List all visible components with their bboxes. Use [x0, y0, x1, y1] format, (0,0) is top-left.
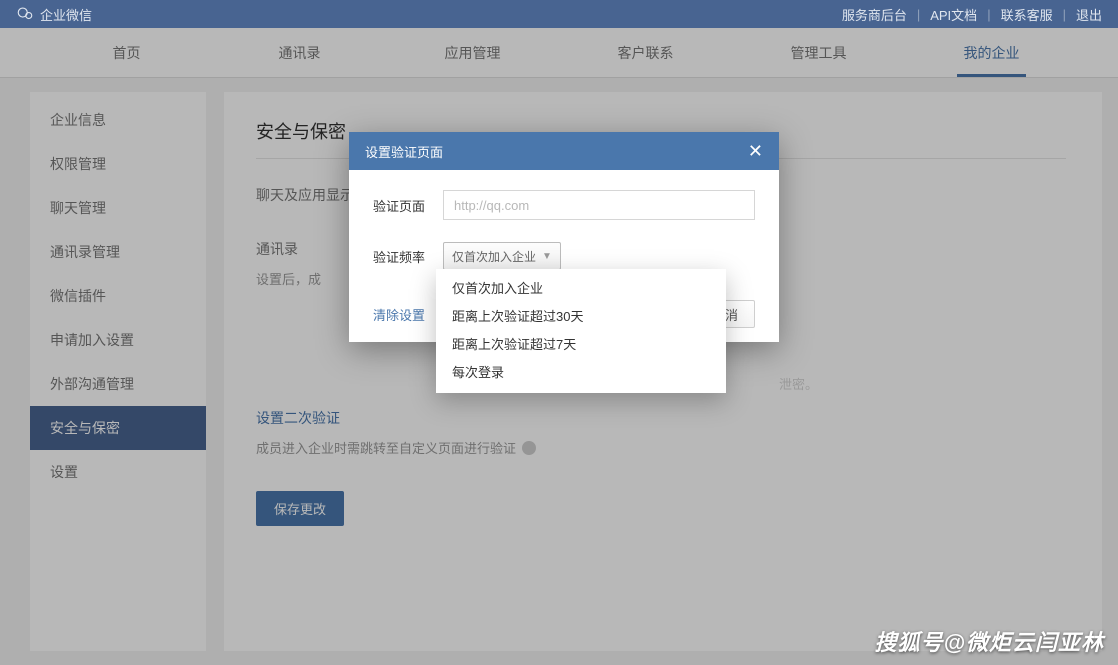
- leak-text: 泄密。: [779, 374, 818, 393]
- brand-text: 企业微信: [40, 5, 92, 24]
- url-input[interactable]: [443, 190, 755, 220]
- dropdown-option-every[interactable]: 每次登录: [436, 359, 726, 387]
- clear-settings-link[interactable]: 清除设置: [373, 305, 425, 324]
- dropdown-option-first[interactable]: 仅首次加入企业: [436, 275, 726, 303]
- frequency-value: 仅首次加入企业: [452, 248, 536, 265]
- frequency-label: 验证频率: [373, 247, 443, 266]
- url-label: 验证页面: [373, 196, 443, 215]
- close-icon[interactable]: ✕: [748, 141, 763, 162]
- brand: 企业微信: [16, 5, 92, 24]
- wechat-work-icon: [16, 5, 34, 23]
- frequency-row: 验证频率 仅首次加入企业 ▼: [373, 242, 755, 270]
- modal-header: 设置验证页面 ✕: [349, 132, 779, 170]
- chevron-down-icon: ▼: [542, 251, 552, 262]
- frequency-dropdown: 仅首次加入企业 距离上次验证超过30天 距离上次验证超过7天 每次登录: [436, 269, 726, 393]
- url-row: 验证页面: [373, 190, 755, 220]
- dropdown-option-30d[interactable]: 距离上次验证超过30天: [436, 303, 726, 331]
- image-watermark: 搜狐号@微炬云闫亚林: [875, 625, 1104, 657]
- frequency-select[interactable]: 仅首次加入企业 ▼: [443, 242, 561, 270]
- top-link-support[interactable]: 联系客服: [1001, 5, 1053, 24]
- modal-title: 设置验证页面: [365, 142, 443, 161]
- top-link-logout[interactable]: 退出: [1076, 5, 1102, 24]
- top-link-api[interactable]: API文档: [930, 5, 977, 24]
- dropdown-option-7d[interactable]: 距离上次验证超过7天: [436, 331, 726, 359]
- top-bar: 企业微信 服务商后台 | API文档 | 联系客服 | 退出: [0, 0, 1118, 28]
- top-link-vendor[interactable]: 服务商后台: [842, 5, 907, 24]
